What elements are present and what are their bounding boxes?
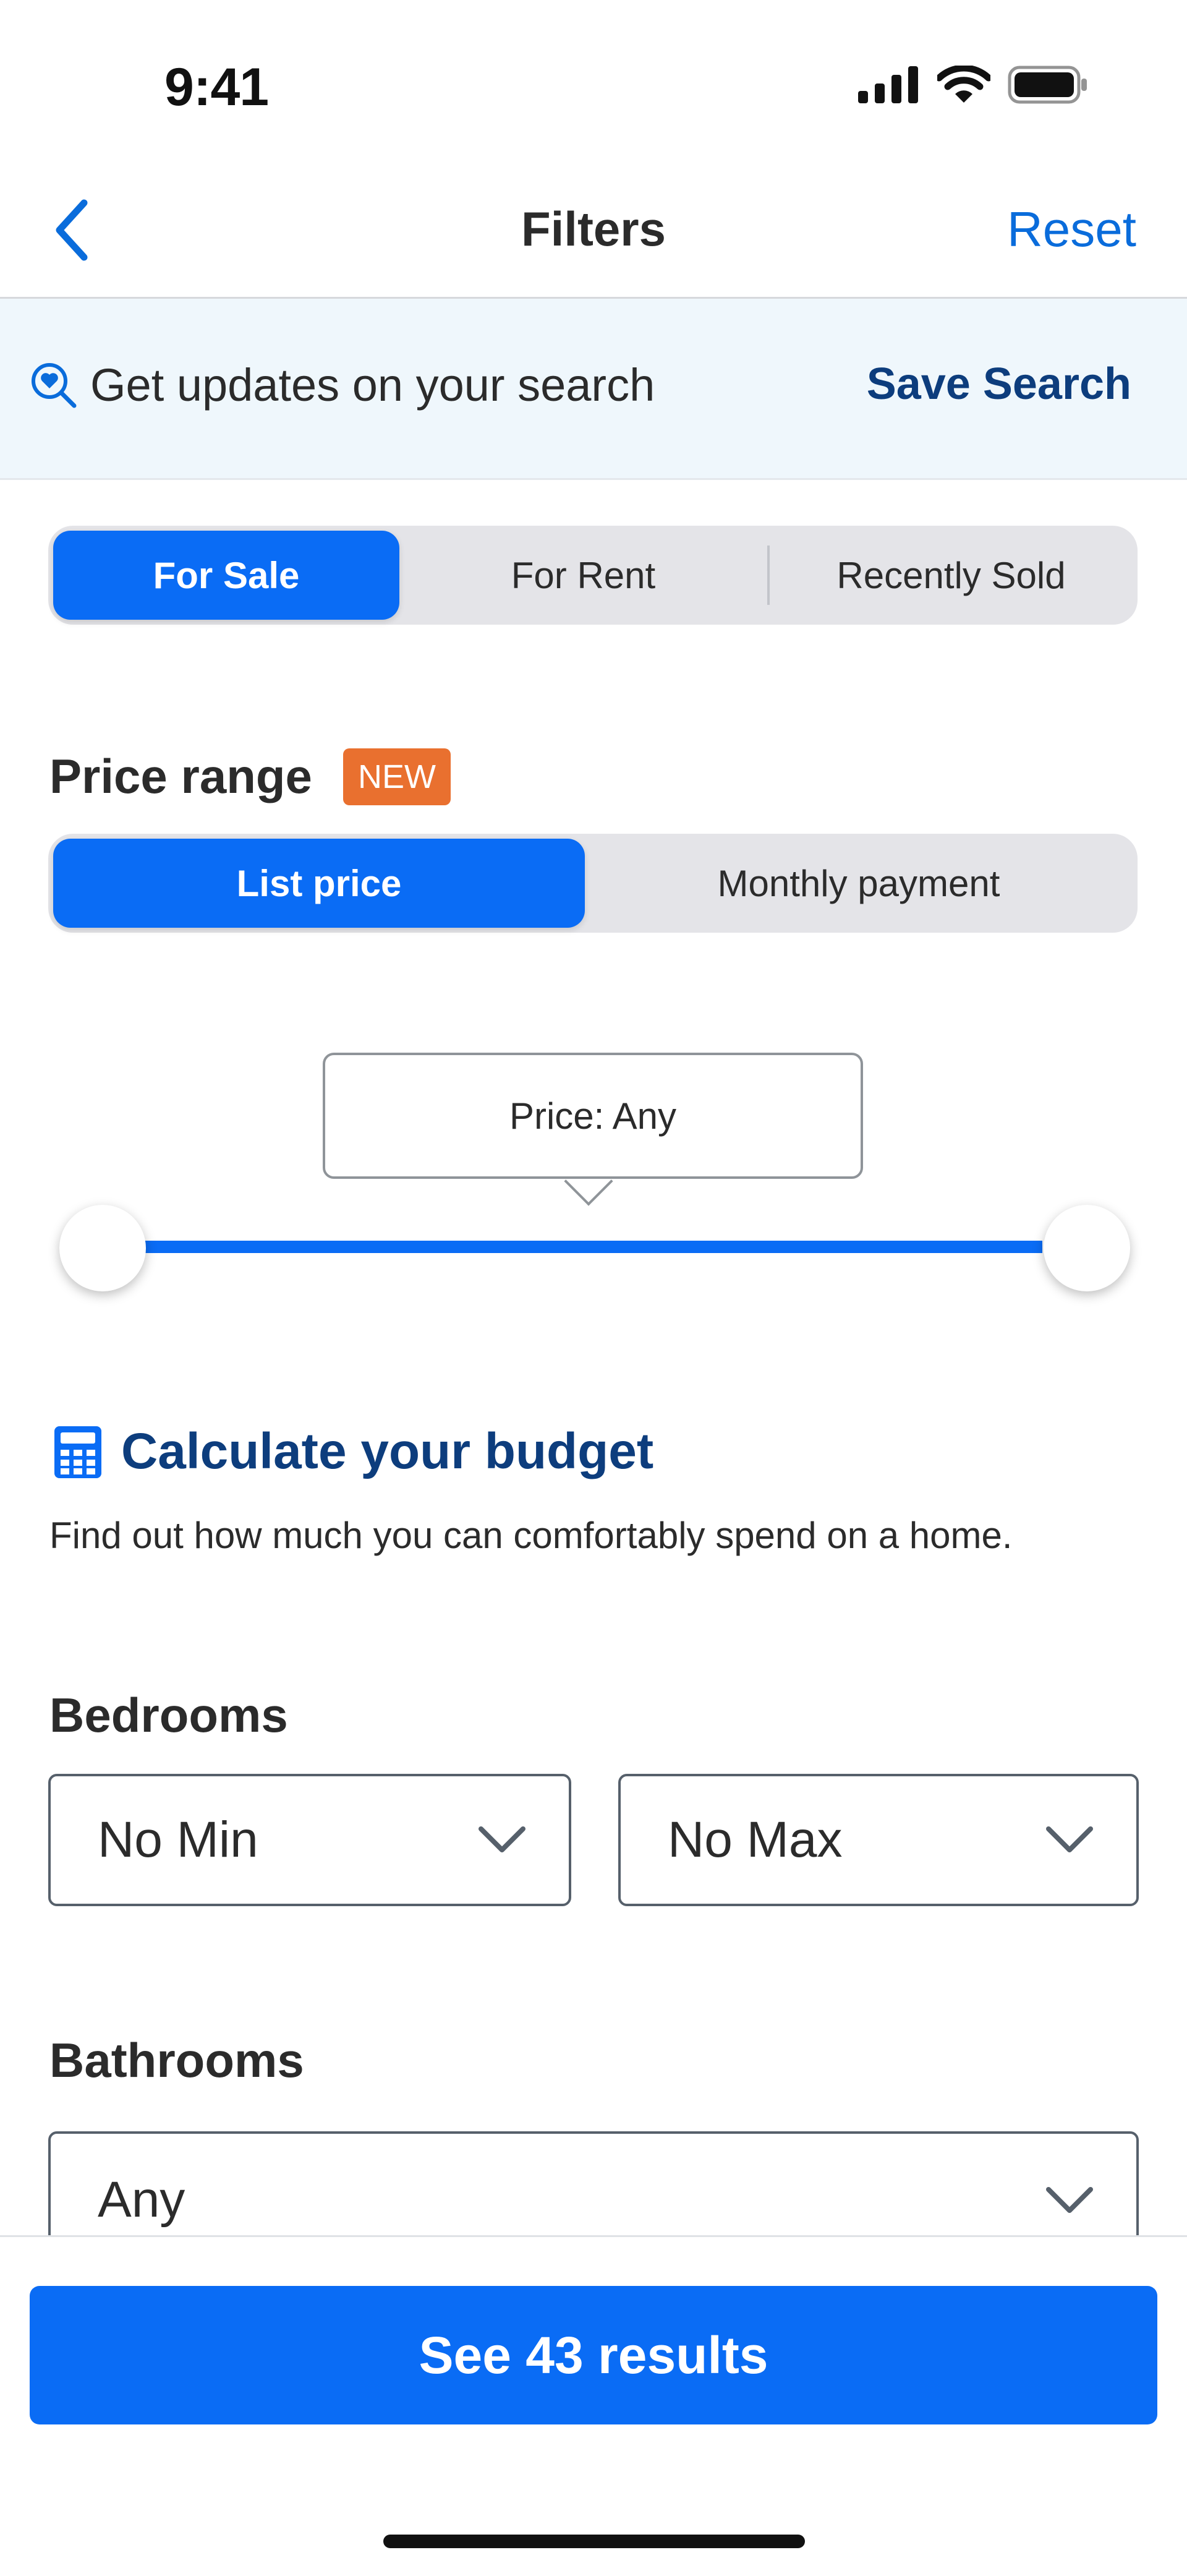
budget-description: Find out how much you can comfortably sp… — [49, 1515, 1013, 1556]
bedrooms-min-select[interactable]: No Min — [48, 1774, 571, 1906]
bathrooms-title: Bathrooms — [49, 2033, 304, 2087]
status-time: 9:41 — [164, 58, 269, 117]
chevron-down-icon — [479, 1826, 525, 1852]
save-search-button[interactable]: Save Search — [867, 359, 1131, 409]
bedrooms-title: Bedrooms — [49, 1688, 288, 1742]
bathrooms-value: Any — [98, 2172, 185, 2228]
calculator-icon — [54, 1426, 101, 1478]
price-slider-max-handle[interactable] — [1044, 1205, 1130, 1291]
banner-text: Get updates on your search — [90, 359, 655, 411]
chevron-down-icon — [1046, 1826, 1093, 1852]
tab-monthly-payment[interactable]: Monthly payment — [585, 839, 1133, 928]
bedrooms-max-value: No Max — [668, 1812, 843, 1868]
bedrooms-min-value: No Min — [98, 1812, 258, 1868]
new-badge: NEW — [343, 748, 451, 805]
tab-recently-sold[interactable]: Recently Sold — [770, 531, 1133, 620]
listing-type-selector: For Sale For Rent Recently Sold — [48, 526, 1138, 625]
price-range-title: Price range — [49, 749, 312, 803]
price-slider-min-handle[interactable] — [59, 1205, 146, 1291]
chevron-down-icon — [1046, 2187, 1093, 2213]
signal-icon — [858, 66, 918, 103]
see-results-button[interactable]: See 43 results — [30, 2286, 1157, 2424]
tab-for-rent[interactable]: For Rent — [399, 531, 767, 620]
battery-icon — [1008, 66, 1087, 104]
search-heart-icon — [32, 363, 77, 408]
wifi-icon — [937, 66, 990, 103]
bedrooms-max-select[interactable]: No Max — [618, 1774, 1139, 1906]
reset-button[interactable]: Reset — [1007, 201, 1136, 258]
price-tooltip: Price: Any — [323, 1053, 863, 1179]
home-indicator — [383, 2535, 805, 2548]
price-slider-track[interactable] — [103, 1241, 1042, 1253]
price-mode-selector: List price Monthly payment — [48, 834, 1138, 933]
tab-list-price[interactable]: List price — [53, 839, 585, 928]
calculate-budget-link[interactable]: Calculate your budget — [121, 1423, 653, 1481]
tab-for-sale[interactable]: For Sale — [53, 531, 399, 620]
status-icons — [858, 66, 1088, 104]
